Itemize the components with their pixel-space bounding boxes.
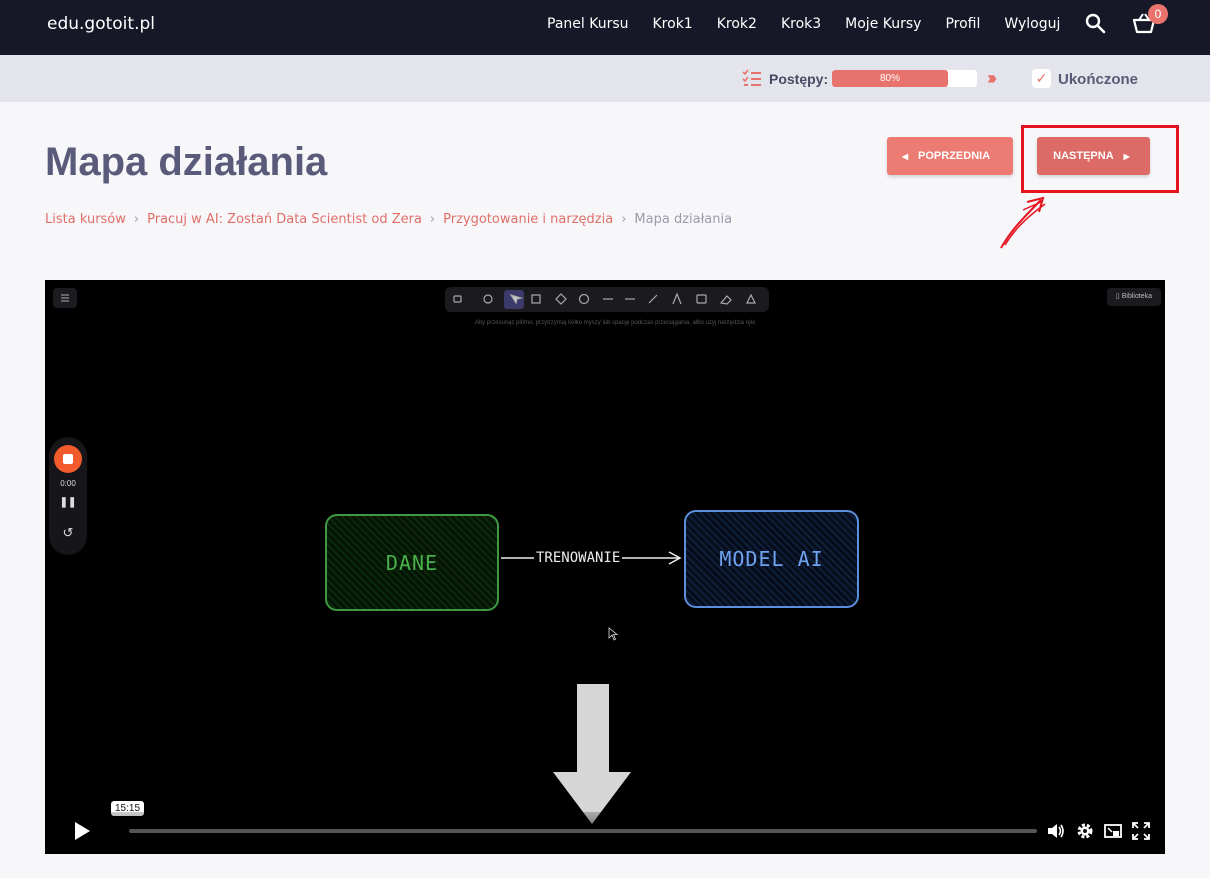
annotation-arrow-icon (1000, 196, 1046, 249)
breadcrumb-lista-kursow[interactable]: Lista kursów (45, 212, 126, 227)
diagram-box-model-ai: MODEL AI (684, 510, 859, 608)
cart-count-badge: 0 (1148, 4, 1168, 24)
progress-strip: Postępy: 80% ››› ✓ Ukończone (0, 55, 1210, 102)
top-nav-bar: edu.gotoit.pl Panel Kursu Krok1 Krok2 Kr… (0, 0, 1210, 55)
progress-bar: 80% (832, 70, 977, 87)
nav-moje-kursy[interactable]: Moje Kursy (845, 16, 921, 32)
nav-krok3[interactable]: Krok3 (781, 16, 821, 32)
video-seek-bar[interactable] (129, 829, 1037, 833)
site-logo[interactable]: edu.gotoit.pl (47, 14, 155, 34)
checklist-icon (742, 69, 761, 86)
library-label: Biblioteka (1121, 293, 1153, 300)
library-button[interactable]: ▯ Biblioteka (1107, 288, 1161, 306)
double-chevron-right-icon[interactable]: ››› (987, 68, 997, 89)
completed-checkbox[interactable]: ✓ (1032, 69, 1051, 88)
mouse-cursor-icon (608, 627, 618, 641)
recording-panel: 0:00 ❚❚ ↺ (49, 437, 87, 555)
picture-in-picture-icon[interactable] (1103, 821, 1123, 841)
video-player[interactable]: Aby przesunąć płótno, przytrzymaj kółko … (45, 280, 1165, 854)
breadcrumb-separator-icon: › (621, 212, 627, 227)
settings-gear-icon[interactable] (1075, 821, 1095, 841)
breadcrumb: Lista kursów › Pracuj w AI: Zostań Data … (45, 212, 732, 227)
nav-panel-kursu[interactable]: Panel Kursu (547, 16, 629, 32)
fullscreen-icon[interactable] (1131, 821, 1151, 841)
annotation-highlight-box (1021, 125, 1179, 193)
canvas-hint-text: Aby przesunąć płótno, przytrzymaj kółko … (474, 320, 756, 326)
recording-timer: 0:00 (60, 479, 76, 488)
video-controls (45, 812, 1165, 854)
breadcrumb-separator-icon: › (133, 212, 140, 227)
previous-lesson-label: POPRZEDNIA (918, 150, 991, 162)
completed-label[interactable]: Ukończone (1058, 71, 1138, 88)
progress-label: Postępy: (769, 71, 829, 87)
reset-icon[interactable]: ↺ (49, 525, 87, 541)
breadcrumb-course[interactable]: Pracuj w AI: Zostań Data Scientist od Ze… (147, 212, 422, 227)
diagram-box-dane: DANE (325, 514, 499, 611)
search-icon[interactable] (1084, 12, 1106, 34)
progress-bar-fill: 80% (832, 70, 948, 87)
hamburger-menu-icon (53, 288, 77, 308)
previous-lesson-button[interactable]: ◀ POPRZEDNIA (887, 137, 1013, 175)
nav-krok2[interactable]: Krok2 (717, 16, 757, 32)
volume-icon[interactable] (1046, 821, 1066, 841)
nav-wyloguj[interactable]: Wyloguj (1004, 16, 1060, 32)
pause-icon[interactable]: ❚❚ (49, 497, 87, 508)
breadcrumb-section[interactable]: Przygotowanie i narzędzia (443, 212, 613, 227)
nav-profil[interactable]: Profil (945, 16, 980, 32)
caret-left-icon: ◀ (901, 151, 909, 161)
breadcrumb-current: Mapa działania (634, 212, 733, 227)
diagram-arrow-label: TRENOWANIE (534, 550, 623, 566)
play-icon[interactable] (73, 821, 91, 841)
main-nav: Panel Kursu Krok1 Krok2 Krok3 Moje Kursy… (547, 16, 1084, 32)
nav-krok1[interactable]: Krok1 (653, 16, 693, 32)
page-title: Mapa działania (45, 140, 328, 184)
breadcrumb-separator-icon: › (429, 212, 436, 227)
stop-recording-button[interactable] (54, 445, 82, 473)
drawing-toolbar (445, 287, 769, 312)
